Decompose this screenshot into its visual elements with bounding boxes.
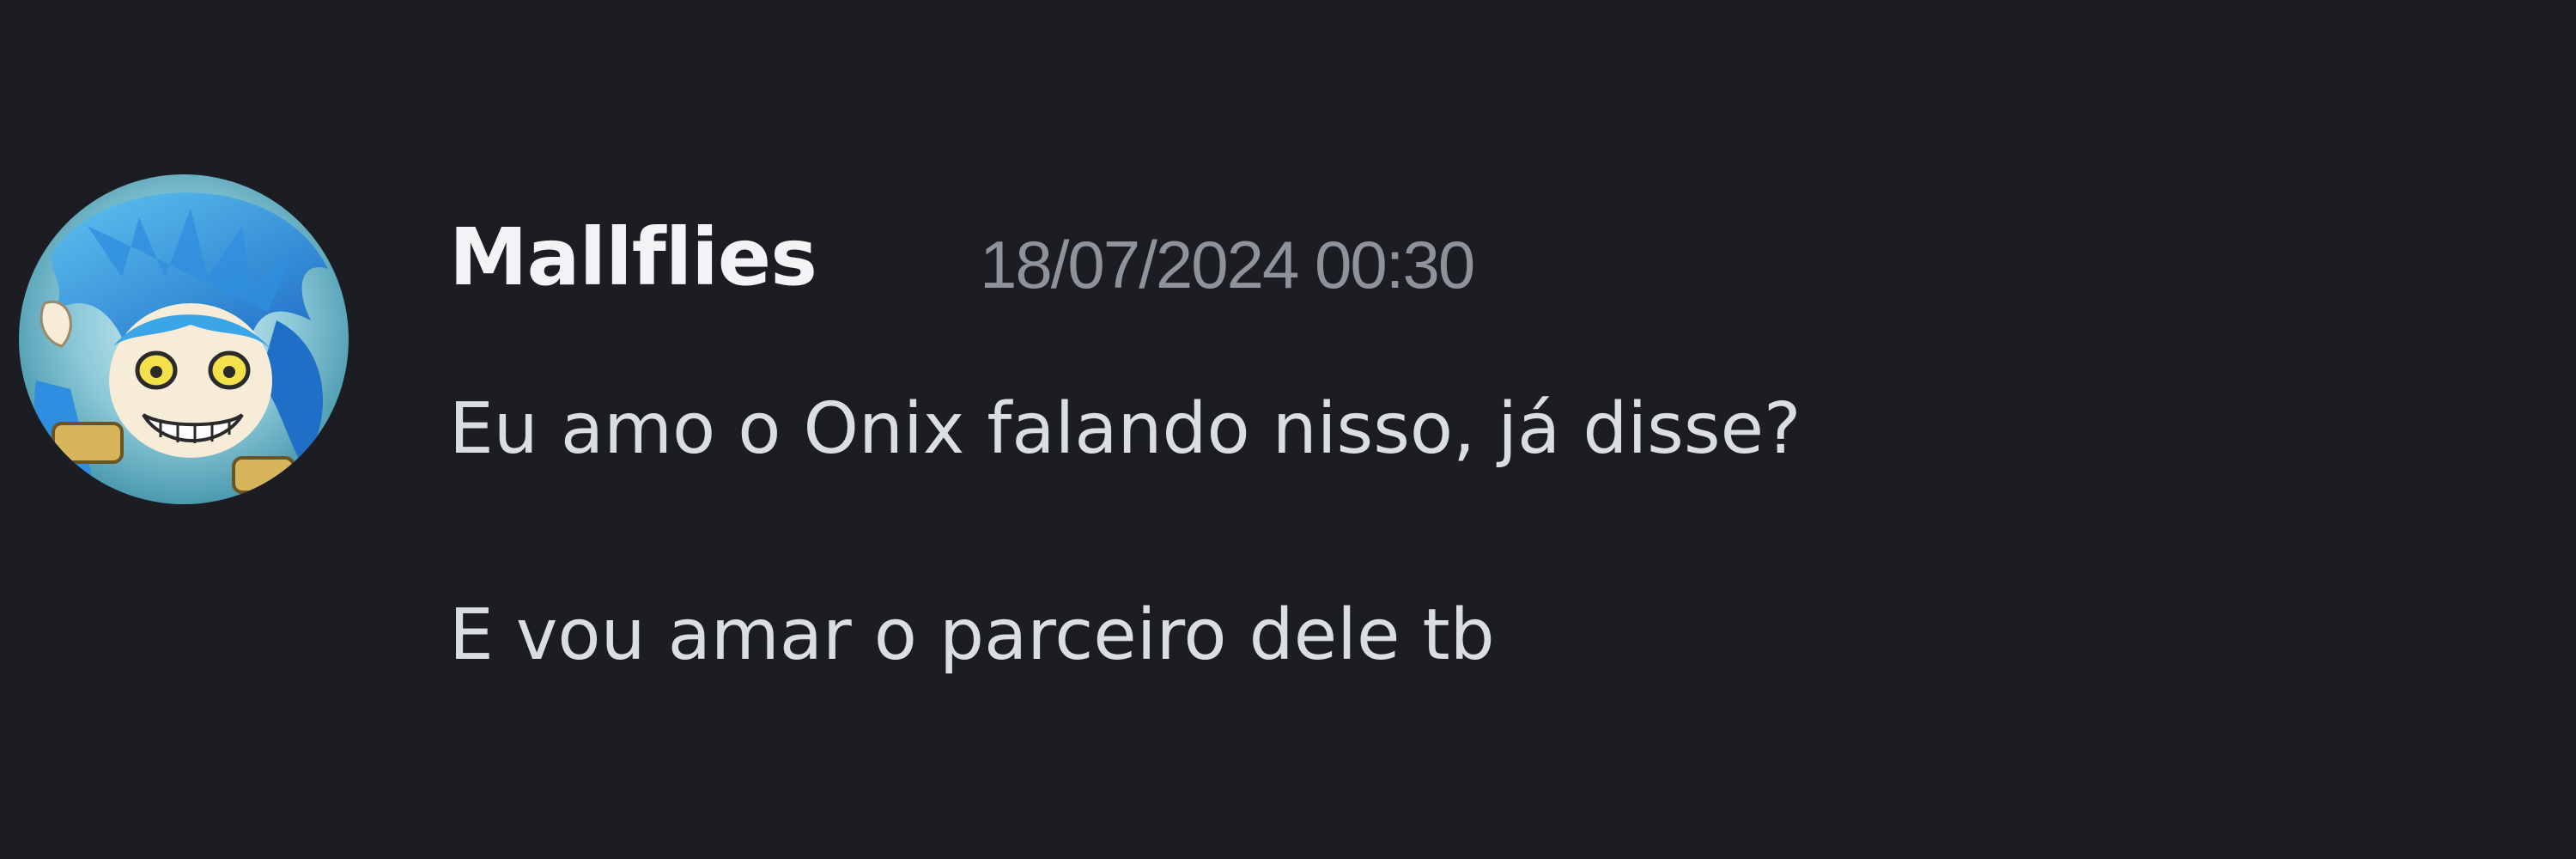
- username[interactable]: Mallflies: [449, 206, 817, 309]
- message-text-line-1: Eu amo o Onix falando nisso, já disse?: [449, 388, 1801, 470]
- anime-character-avatar-icon: [19, 174, 349, 504]
- message-timestamp[interactable]: 18/07/2024 00:30: [980, 213, 1475, 316]
- chat-message: Mallflies 18/07/2024 00:30 Eu amo o Onix…: [0, 0, 2576, 859]
- message-text-line-2: E vou amar o parceiro dele tb: [449, 594, 1495, 676]
- user-avatar[interactable]: [19, 174, 349, 504]
